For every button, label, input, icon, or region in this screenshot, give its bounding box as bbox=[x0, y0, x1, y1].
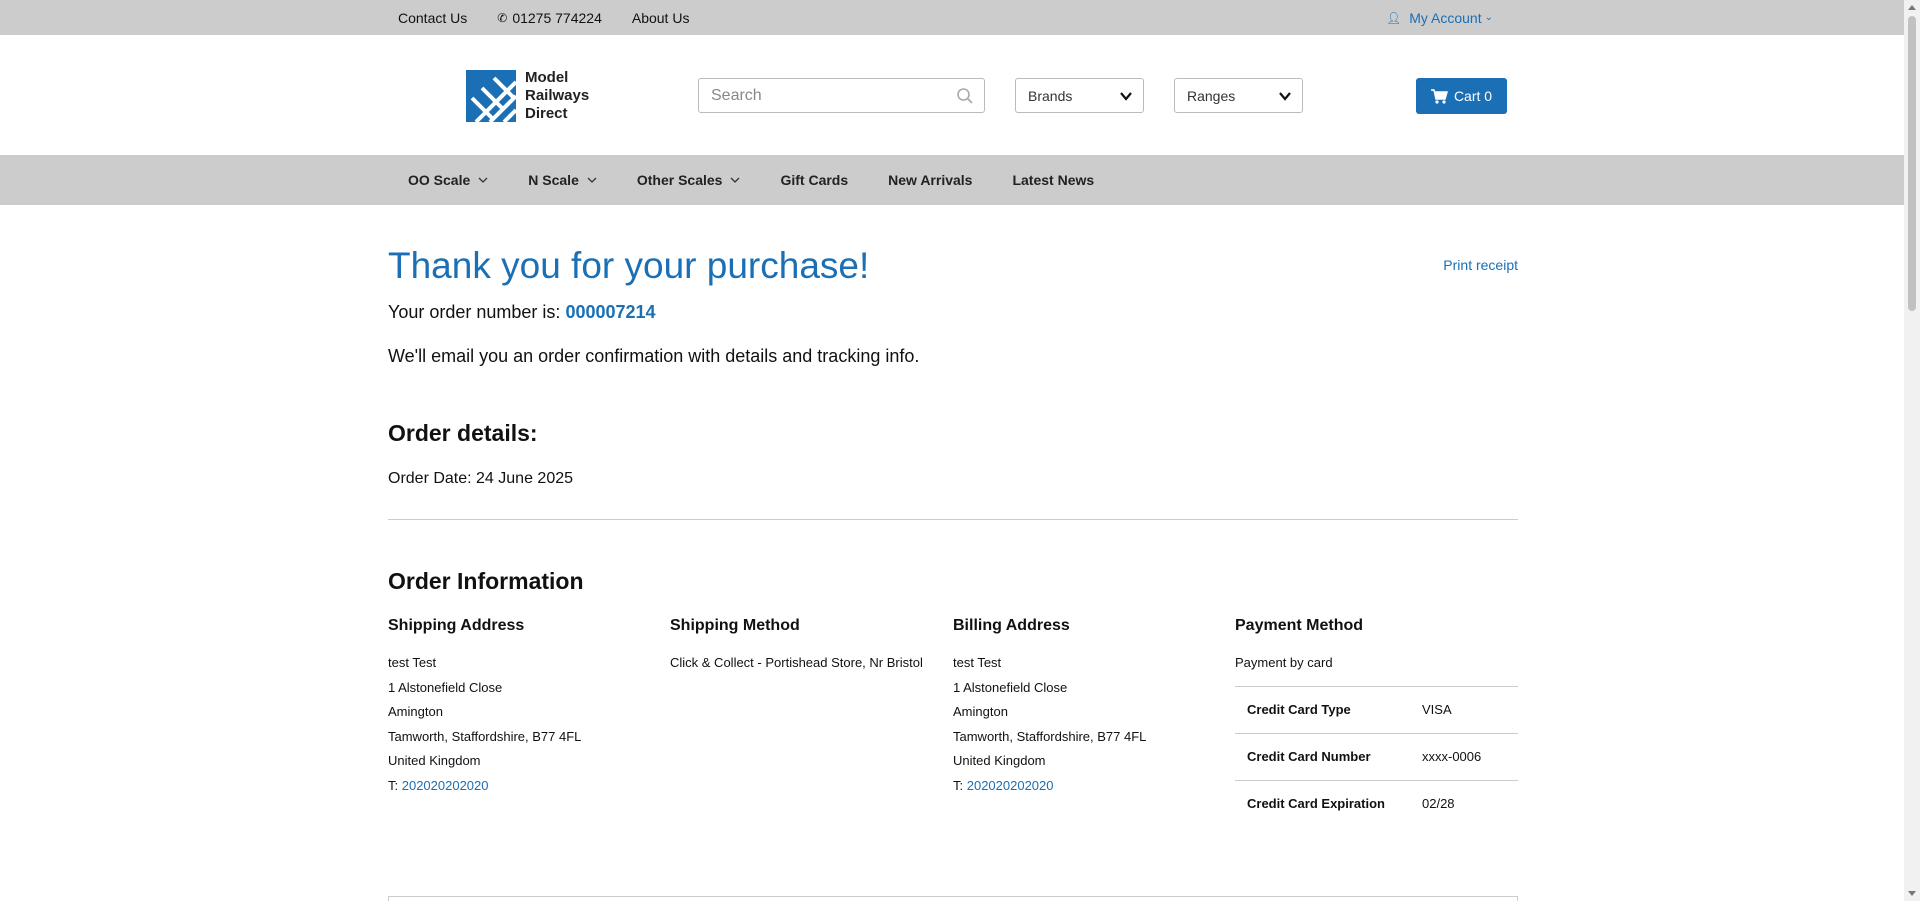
order-information-heading: Order Information bbox=[388, 568, 584, 594]
order-date: Order Date: 24 June 2025 bbox=[388, 470, 574, 487]
telephone-link[interactable]: 202020202020 bbox=[967, 778, 1054, 793]
address-street: 1 Alstonefield Close bbox=[953, 679, 1068, 695]
phone-number: 01275 774224 bbox=[512, 9, 602, 26]
order-number-prefix: Your order number is: bbox=[388, 302, 566, 322]
address-city: Tamworth, Staffordshire, B77 4FL bbox=[388, 728, 582, 744]
logo-line: Direct bbox=[525, 105, 568, 122]
items-table-edge bbox=[388, 896, 1518, 901]
table-key: Credit Card Type bbox=[1235, 685, 1422, 733]
telephone-link[interactable]: 202020202020 bbox=[402, 778, 489, 793]
cart-icon bbox=[1430, 88, 1448, 104]
shipping-method-heading: Shipping Method bbox=[670, 617, 800, 634]
address-street: 1 Alstonefield Close bbox=[388, 679, 503, 695]
brands-select-value: Brands bbox=[1028, 87, 1073, 104]
scroll-up-icon[interactable] bbox=[1908, 5, 1916, 10]
table-key: Credit Card Number bbox=[1235, 732, 1422, 780]
payment-method-block: Payment Method Payment by card Credit Ca… bbox=[1235, 617, 1518, 827]
logo-icon bbox=[466, 70, 516, 122]
confirmation-text: We'll email you an order confirmation wi… bbox=[388, 346, 920, 366]
scrollbar-thumb[interactable] bbox=[1908, 16, 1916, 311]
address-name: test Test bbox=[953, 655, 1002, 670]
table-row: Credit Card Expiration 02/28 bbox=[1235, 779, 1518, 827]
ranges-select[interactable]: Ranges bbox=[1174, 78, 1303, 113]
table-row: Credit Card Number xxxx-0006 bbox=[1235, 732, 1518, 780]
nav-item-oo-scale[interactable]: OO Scale bbox=[408, 172, 488, 188]
main-nav: OO Scale N Scale Other Scales Gift Cards… bbox=[0, 155, 1904, 205]
my-account-label: My Account bbox=[1409, 9, 1482, 26]
chevron-down-icon bbox=[1120, 92, 1132, 101]
address-telephone: T: 202020202020 bbox=[953, 774, 1235, 799]
logo-line: Model bbox=[525, 69, 569, 86]
print-receipt-link[interactable]: Print receipt bbox=[1443, 257, 1518, 273]
address-area: Amington bbox=[388, 704, 443, 719]
address-country: United Kingdom bbox=[953, 753, 1046, 768]
page-title: Thank you for your purchase! bbox=[388, 245, 870, 286]
table-value: 02/28 bbox=[1422, 779, 1518, 827]
shipping-address-block: Shipping Address test Test 1 Alstonefiel… bbox=[388, 617, 670, 798]
payment-method-value: Payment by card bbox=[1235, 655, 1333, 670]
top-bar: Contact Us ✆ 01275 774224 About Us 👤︎ My… bbox=[0, 0, 1904, 35]
chevron-down-icon bbox=[731, 177, 740, 183]
order-number-line: Your order number is: 000007214 bbox=[388, 302, 656, 323]
table-key: Credit Card Expiration bbox=[1235, 779, 1422, 827]
logo-line: Railways bbox=[525, 87, 590, 104]
table-value: xxxx-0006 bbox=[1422, 732, 1518, 780]
chevron-down-icon bbox=[1279, 92, 1291, 101]
user-icon: 👤︎ bbox=[1386, 10, 1402, 25]
logo-text: Model Railways Direct bbox=[525, 69, 589, 123]
billing-address-heading: Billing Address bbox=[953, 617, 1070, 634]
chevron-down-icon bbox=[478, 177, 488, 183]
scroll-down-icon[interactable] bbox=[1908, 891, 1916, 896]
nav-item-n-scale[interactable]: N Scale bbox=[528, 172, 597, 188]
address-telephone: T: 202020202020 bbox=[388, 774, 670, 799]
nav-item-latest-news[interactable]: Latest News bbox=[1012, 172, 1094, 188]
shipping-method-block: Shipping Method Click & Collect - Portis… bbox=[670, 617, 952, 676]
telephone-prefix: T: bbox=[388, 777, 402, 793]
address-area: Amington bbox=[953, 704, 1008, 719]
address-city: Tamworth, Staffordshire, B77 4FL bbox=[953, 728, 1147, 744]
shipping-method-value: Click & Collect - Portishead Store, Nr B… bbox=[670, 655, 923, 670]
address-country: United Kingdom bbox=[388, 753, 481, 768]
order-number-link[interactable]: 000007214 bbox=[565, 302, 655, 322]
payment-details-table: Credit Card Type VISA Credit Card Number… bbox=[1235, 685, 1518, 827]
search-box bbox=[698, 78, 985, 113]
nav-item-label: Other Scales bbox=[636, 172, 723, 188]
table-row: Credit Card Type VISA bbox=[1235, 685, 1518, 733]
phone-icon: ✆ bbox=[497, 10, 508, 25]
my-account-menu[interactable]: 👤︎ My Account ⌄ bbox=[1386, 0, 1493, 35]
brands-select[interactable]: Brands bbox=[1015, 78, 1144, 113]
chevron-down-icon: ⌄ bbox=[1484, 12, 1493, 23]
search-icon[interactable] bbox=[956, 87, 974, 105]
chevron-down-icon bbox=[587, 177, 597, 183]
page-scrollbar[interactable] bbox=[1904, 0, 1920, 901]
cart-button[interactable]: Cart 0 bbox=[1416, 78, 1507, 114]
table-value: VISA bbox=[1422, 685, 1518, 733]
nav-item-label: N Scale bbox=[528, 172, 579, 188]
nav-item-other-scales[interactable]: Other Scales bbox=[637, 172, 741, 188]
telephone-prefix: T: bbox=[953, 777, 967, 793]
payment-method-heading: Payment Method bbox=[1235, 617, 1364, 634]
address-name: test Test bbox=[388, 655, 437, 670]
shipping-address-heading: Shipping Address bbox=[388, 617, 525, 634]
nav-item-new-arrivals[interactable]: New Arrivals bbox=[888, 172, 972, 188]
order-details-heading: Order details: bbox=[388, 420, 538, 446]
search-input[interactable] bbox=[699, 79, 939, 112]
about-us-link[interactable]: About Us bbox=[632, 10, 690, 26]
contact-us-link[interactable]: Contact Us bbox=[398, 10, 467, 26]
cart-label: Cart 0 bbox=[1453, 88, 1493, 104]
top-links: Contact Us ✆ 01275 774224 About Us bbox=[398, 0, 689, 35]
billing-address-block: Billing Address test Test 1 Alstonefield… bbox=[953, 617, 1235, 798]
site-logo[interactable]: Model Railways Direct bbox=[466, 69, 589, 123]
ranges-select-value: Ranges bbox=[1187, 87, 1236, 104]
phone-link[interactable]: ✆ 01275 774224 bbox=[497, 10, 602, 26]
divider bbox=[388, 519, 1518, 520]
nav-item-label: OO Scale bbox=[408, 172, 471, 188]
site-header: Model Railways Direct Brands Ranges Cart… bbox=[0, 35, 1904, 155]
nav-item-gift-cards[interactable]: Gift Cards bbox=[780, 172, 848, 188]
